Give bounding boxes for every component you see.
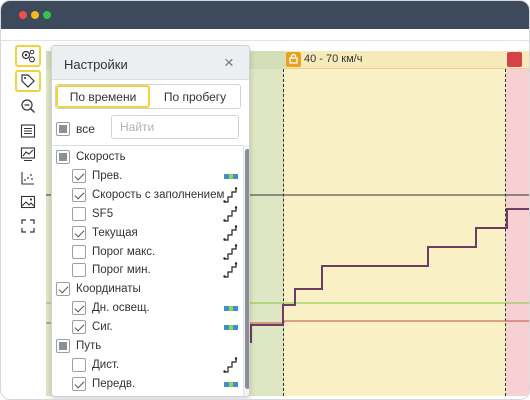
parameter-label: Координаты bbox=[76, 283, 141, 295]
settings-icon bbox=[21, 49, 35, 63]
panel-header: Настройки × bbox=[52, 46, 249, 80]
parameter-row[interactable]: Дн. освещ. bbox=[72, 300, 150, 316]
parameter-row[interactable]: Дист. bbox=[72, 357, 119, 373]
parameter-label: Текущая bbox=[92, 227, 138, 239]
parameter-label: Сиг. bbox=[92, 321, 113, 333]
chart-settings-icon bbox=[20, 147, 36, 161]
parameter-label: Прев. bbox=[92, 170, 123, 182]
parameter-label: Дист. bbox=[92, 359, 120, 371]
settings-panel: Настройки × По времени По пробегу все Ск… bbox=[51, 45, 250, 397]
tab-by-time[interactable]: По времени bbox=[56, 85, 150, 108]
parameter-checkbox[interactable] bbox=[72, 169, 86, 183]
parameter-row[interactable]: Передв. bbox=[72, 376, 135, 392]
zoom-out-icon bbox=[21, 99, 35, 113]
settings-tool-button[interactable] bbox=[15, 45, 41, 67]
image-icon bbox=[20, 195, 36, 209]
group-row[interactable]: Координаты bbox=[56, 281, 141, 297]
parameter-row[interactable]: Сиг. bbox=[72, 319, 113, 335]
panel-divider bbox=[52, 145, 243, 146]
parameter-label: Порог мин. bbox=[92, 264, 151, 276]
parameter-label: Скорость с заполнением bbox=[92, 189, 225, 201]
step-legend-icon bbox=[223, 262, 238, 278]
tab-by-mileage[interactable]: По пробегу bbox=[150, 85, 240, 108]
step-legend-icon bbox=[223, 244, 238, 260]
maximize-window-dot[interactable] bbox=[43, 11, 51, 19]
parameter-label: Порог макс. bbox=[92, 246, 156, 258]
tag-tool-button[interactable] bbox=[15, 70, 41, 92]
group-row[interactable]: Скорость bbox=[56, 149, 126, 165]
bar-legend-icon bbox=[224, 325, 238, 330]
step-legend-icon bbox=[223, 357, 238, 373]
select-all-checkbox[interactable] bbox=[56, 122, 70, 136]
fullscreen-tool-button[interactable] bbox=[15, 215, 41, 237]
list-tool-button[interactable] bbox=[15, 120, 41, 142]
bar-legend-icon bbox=[224, 382, 238, 387]
close-icon[interactable]: × bbox=[224, 54, 234, 71]
parameter-checkbox[interactable] bbox=[72, 226, 86, 240]
parameter-checkbox[interactable] bbox=[72, 188, 86, 202]
search-input[interactable] bbox=[111, 115, 239, 139]
app-window: 40 - 70 км/ч Настройки × По времени По п… bbox=[0, 0, 530, 400]
step-legend-icon bbox=[223, 187, 238, 203]
parameter-label: SF5 bbox=[92, 208, 114, 220]
minimize-window-dot[interactable] bbox=[31, 11, 39, 19]
tag-icon bbox=[21, 74, 35, 88]
parameter-checkbox[interactable] bbox=[72, 301, 86, 315]
parameter-checkbox[interactable] bbox=[72, 245, 86, 259]
parameter-checkbox[interactable] bbox=[72, 377, 86, 391]
select-all-row[interactable]: все bbox=[56, 121, 95, 137]
parameter-checkbox[interactable] bbox=[56, 339, 70, 353]
parameter-checkbox[interactable] bbox=[56, 150, 70, 164]
parameter-row[interactable]: Скорость с заполнением bbox=[72, 187, 224, 203]
parameter-label: Дн. освещ. bbox=[92, 302, 150, 314]
parameter-row[interactable]: Порог мин. bbox=[72, 262, 151, 278]
vertical-toolbar bbox=[13, 43, 45, 243]
image-tool-button[interactable] bbox=[15, 191, 41, 213]
panel-title: Настройки bbox=[64, 57, 128, 72]
list-icon bbox=[20, 124, 36, 138]
step-legend-icon bbox=[223, 225, 238, 241]
scrollbar[interactable] bbox=[243, 145, 249, 396]
fullscreen-icon bbox=[21, 219, 35, 233]
parameter-row[interactable]: Прев. bbox=[72, 168, 122, 184]
speed-line bbox=[250, 208, 529, 343]
title-bar bbox=[1, 1, 529, 29]
select-all-label: все bbox=[76, 122, 95, 136]
parameter-checkbox[interactable] bbox=[72, 207, 86, 221]
chart-settings-tool-button[interactable] bbox=[15, 143, 41, 165]
step-legend-icon bbox=[223, 206, 238, 222]
parameter-checkbox[interactable] bbox=[72, 358, 86, 372]
parameter-row[interactable]: SF5 bbox=[72, 206, 113, 222]
parameter-row[interactable]: Текущая bbox=[72, 225, 138, 241]
group-row[interactable]: Путь bbox=[56, 338, 101, 354]
parameter-label: Путь bbox=[76, 340, 102, 352]
close-window-dot[interactable] bbox=[19, 11, 27, 19]
scatter-tool-button[interactable] bbox=[15, 167, 41, 189]
zoom-out-tool-button[interactable] bbox=[15, 95, 41, 117]
top-strip bbox=[1, 29, 529, 41]
parameter-label: Передв. bbox=[92, 378, 136, 390]
bar-legend-icon bbox=[224, 306, 238, 311]
scrollbar-thumb[interactable] bbox=[245, 149, 249, 389]
parameter-row[interactable]: Порог макс. bbox=[72, 244, 155, 260]
parameter-checkbox[interactable] bbox=[56, 282, 70, 296]
bar-legend-icon bbox=[224, 174, 238, 179]
mode-switch: По времени По пробегу bbox=[55, 84, 241, 109]
parameter-checkbox[interactable] bbox=[72, 263, 86, 277]
parameter-label: Скорость bbox=[76, 151, 126, 163]
parameter-checkbox[interactable] bbox=[72, 320, 86, 334]
scatter-icon bbox=[21, 172, 34, 185]
